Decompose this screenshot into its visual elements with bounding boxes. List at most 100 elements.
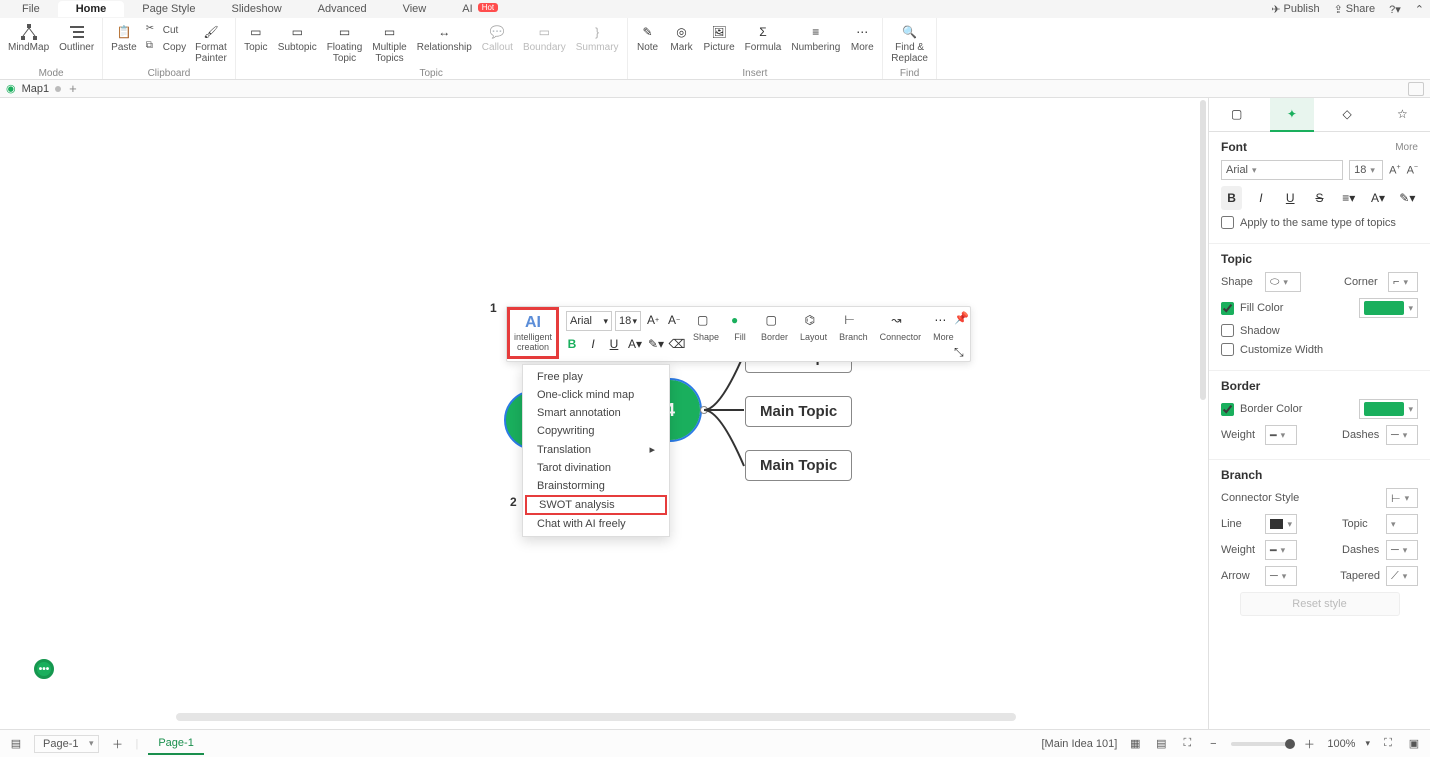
border-tool-button[interactable]: ▢Border bbox=[756, 311, 793, 344]
font-more-link[interactable]: More bbox=[1395, 142, 1418, 153]
pin-icon[interactable]: 📌 bbox=[954, 311, 966, 323]
ai-menu-brainstorming[interactable]: Brainstorming bbox=[523, 477, 669, 495]
sp-align-button[interactable]: ≡▾ bbox=[1338, 186, 1359, 210]
callout-button[interactable]: 💬Callout bbox=[478, 20, 517, 68]
shape-tool-button[interactable]: ▢Shape bbox=[688, 311, 724, 344]
sp-tab-icon[interactable]: ☆ bbox=[1380, 98, 1424, 132]
border-color-checkbox[interactable] bbox=[1221, 403, 1234, 416]
find-replace-button[interactable]: 🔍Find & Replace bbox=[887, 20, 932, 68]
mindmap-button[interactable]: MindMap bbox=[4, 20, 53, 68]
branch-topic-select[interactable]: ▾ bbox=[1386, 514, 1418, 534]
page-select[interactable]: Page-1 bbox=[34, 735, 99, 753]
zoom-in-button[interactable]: ＋ bbox=[1301, 736, 1317, 752]
mindmap-canvas[interactable]: 1 2 4 Main Topic Main Topic Main Topic bbox=[0, 98, 1208, 729]
branch-tool-button[interactable]: ⊢Branch bbox=[834, 311, 873, 344]
tab-slideshow[interactable]: Slideshow bbox=[214, 1, 300, 17]
increase-font-button[interactable]: A+ bbox=[644, 311, 662, 329]
italic-button[interactable]: I bbox=[584, 335, 602, 353]
picture-button[interactable]: 🖼Picture bbox=[700, 20, 739, 68]
view-mode-2-button[interactable]: ▤ bbox=[1153, 736, 1169, 752]
vertical-scrollbar[interactable] bbox=[1200, 98, 1206, 678]
sp-decrease-font[interactable]: A− bbox=[1407, 164, 1418, 177]
custom-width-checkbox[interactable] bbox=[1221, 343, 1234, 356]
main-topic-node-2[interactable]: Main Topic bbox=[745, 396, 852, 427]
minimap-button[interactable]: ▣ bbox=[1406, 736, 1422, 752]
font-family-select[interactable]: Arial▾ bbox=[566, 311, 612, 331]
ai-intelligent-creation-button[interactable]: AI intelligent creation bbox=[507, 307, 559, 359]
decrease-font-button[interactable]: A− bbox=[665, 311, 683, 329]
sp-italic-button[interactable]: I bbox=[1250, 186, 1271, 210]
branch-tapered-select[interactable]: ⟋▾ bbox=[1386, 566, 1418, 586]
expand-icon[interactable]: ⤡ bbox=[954, 345, 966, 357]
collapse-ribbon-button[interactable]: ⌃ bbox=[1415, 3, 1424, 16]
ai-menu-copywriting[interactable]: Copywriting bbox=[523, 422, 669, 440]
ai-menu-chat[interactable]: Chat with AI freely bbox=[523, 515, 669, 533]
sp-increase-font[interactable]: A+ bbox=[1389, 164, 1400, 177]
fit-view-button[interactable]: ⛶ bbox=[1179, 736, 1195, 752]
sp-font-family-select[interactable]: Arial▾ bbox=[1221, 160, 1343, 180]
subtopic-button[interactable]: ▭Subtopic bbox=[274, 20, 321, 68]
copy-button[interactable]: ⧉Copy bbox=[143, 39, 189, 55]
connector-style-select[interactable]: ⊢▾ bbox=[1386, 488, 1418, 508]
vscroll-thumb[interactable] bbox=[1200, 100, 1206, 400]
zoom-slider[interactable] bbox=[1231, 742, 1291, 746]
tab-page-style[interactable]: Page Style bbox=[124, 1, 213, 17]
ai-menu-translation[interactable]: Translation▸ bbox=[523, 440, 669, 459]
bold-button[interactable]: B bbox=[563, 335, 581, 353]
ai-menu-free-play[interactable]: Free play bbox=[523, 368, 669, 386]
feedback-bubble-button[interactable]: ••• bbox=[34, 659, 54, 679]
layout-tool-button[interactable]: ⌬Layout bbox=[795, 311, 832, 344]
tab-home[interactable]: Home bbox=[58, 1, 125, 17]
corner-select[interactable]: ⌐▾ bbox=[1388, 272, 1418, 292]
fill-color-select[interactable]: ▾ bbox=[1359, 298, 1418, 318]
sp-bold-button[interactable]: B bbox=[1221, 186, 1242, 210]
branch-arrow-select[interactable]: ─▾ bbox=[1265, 566, 1297, 586]
tab-file[interactable]: File bbox=[4, 1, 58, 17]
branch-line-select[interactable]: ▾ bbox=[1265, 514, 1297, 534]
clear-format-button[interactable]: ⌫ bbox=[668, 335, 686, 353]
ai-menu-one-click[interactable]: One-click mind map bbox=[523, 386, 669, 404]
tab-advanced[interactable]: Advanced bbox=[300, 1, 385, 17]
new-doc-button[interactable]: + bbox=[69, 81, 77, 96]
font-size-select[interactable]: 18▾ bbox=[615, 311, 641, 331]
page-list-button[interactable]: ▤ bbox=[8, 736, 24, 752]
doc-tab-map1[interactable]: ◉ Map1 bbox=[6, 82, 61, 95]
zoom-out-button[interactable]: − bbox=[1205, 736, 1221, 752]
highlight-button[interactable]: ✎▾ bbox=[647, 335, 665, 353]
sp-font-size-select[interactable]: 18▾ bbox=[1349, 160, 1383, 180]
panel-toggle-button[interactable] bbox=[1408, 82, 1424, 96]
paste-button[interactable]: 📋 Paste bbox=[107, 20, 141, 68]
fill-tool-button[interactable]: ●Fill bbox=[726, 311, 754, 344]
view-mode-1-button[interactable]: ▦ bbox=[1127, 736, 1143, 752]
zoom-value[interactable]: 100% bbox=[1327, 738, 1355, 750]
formula-button[interactable]: ΣFormula bbox=[741, 20, 786, 68]
numbering-button[interactable]: ≡Numbering bbox=[787, 20, 844, 68]
fullscreen-button[interactable]: ⛶ bbox=[1380, 736, 1396, 752]
ai-menu-tarot[interactable]: Tarot divination bbox=[523, 459, 669, 477]
floating-topic-button[interactable]: ▭Floating Topic bbox=[323, 20, 367, 68]
relationship-button[interactable]: ↔Relationship bbox=[413, 20, 476, 68]
reset-style-button[interactable]: Reset style bbox=[1240, 592, 1400, 616]
format-painter-button[interactable]: 🖌 Format Painter bbox=[191, 20, 231, 68]
main-topic-node-3[interactable]: Main Topic bbox=[745, 450, 852, 481]
sp-underline-button[interactable]: U bbox=[1280, 186, 1301, 210]
sp-font-color-button[interactable]: A▾ bbox=[1367, 186, 1388, 210]
sp-tab-style[interactable]: ✦ bbox=[1270, 98, 1314, 132]
border-weight-select[interactable]: ━▾ bbox=[1265, 425, 1297, 445]
share-button[interactable]: ⇪Share bbox=[1334, 3, 1376, 16]
mark-button[interactable]: ◎Mark bbox=[666, 20, 698, 68]
sp-tab-tag[interactable]: ◇ bbox=[1325, 98, 1369, 132]
multiple-topics-button[interactable]: ▭Multiple Topics bbox=[368, 20, 410, 68]
publish-button[interactable]: ✈Publish bbox=[1271, 3, 1319, 16]
topic-button[interactable]: ▭Topic bbox=[240, 20, 272, 68]
note-button[interactable]: ✎Note bbox=[632, 20, 664, 68]
cut-button[interactable]: ✂Cut bbox=[143, 22, 189, 38]
tab-ai[interactable]: AI Hot bbox=[444, 1, 516, 17]
border-color-select[interactable]: ▾ bbox=[1359, 399, 1418, 419]
sp-strike-button[interactable]: S bbox=[1309, 186, 1330, 210]
tab-view[interactable]: View bbox=[385, 1, 445, 17]
zoom-caret[interactable]: ▾ bbox=[1365, 738, 1370, 749]
boundary-button[interactable]: ▭Boundary bbox=[519, 20, 570, 68]
sp-highlight-button[interactable]: ✎▾ bbox=[1397, 186, 1418, 210]
sp-tab-layout[interactable]: ▢ bbox=[1215, 98, 1259, 132]
